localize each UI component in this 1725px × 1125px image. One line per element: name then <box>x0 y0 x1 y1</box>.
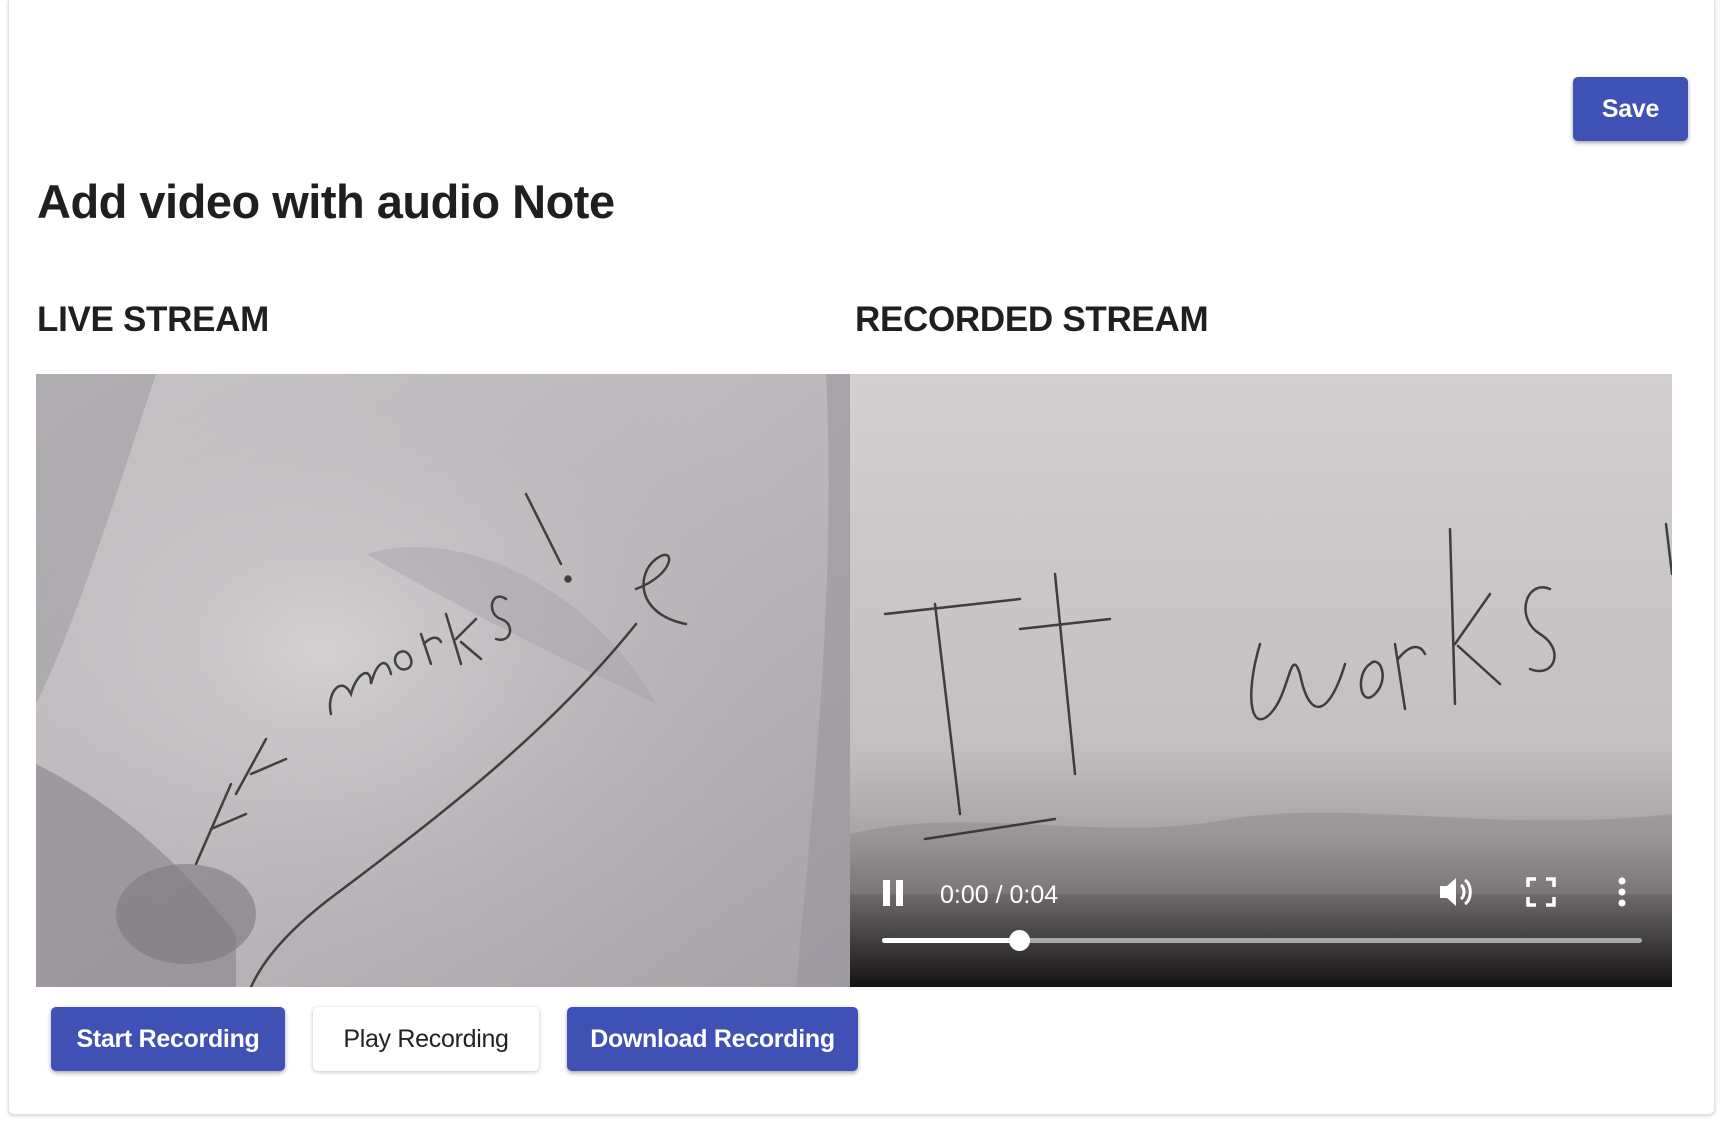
video-progress-fill <box>882 938 1019 943</box>
video-progress-thumb[interactable] <box>1008 930 1030 951</box>
video-controls: 0:00 / 0:04 <box>850 837 1672 987</box>
recorded-stream-video[interactable]: 0:00 / 0:04 <box>850 374 1672 987</box>
play-recording-button[interactable]: Play Recording <box>313 1007 539 1071</box>
live-stream-label: LIVE STREAM <box>37 300 269 339</box>
volume-icon[interactable] <box>1438 875 1474 909</box>
live-camera-frame <box>36 374 852 987</box>
start-recording-button[interactable]: Start Recording <box>51 1007 285 1071</box>
video-time-display: 0:00 / 0:04 <box>940 881 1059 909</box>
video-progress-bar[interactable] <box>882 930 1642 951</box>
more-vert-icon[interactable] <box>1617 877 1627 907</box>
recorded-stream-label: RECORDED STREAM <box>855 300 1209 339</box>
live-stream-video <box>36 374 852 987</box>
save-button[interactable]: Save <box>1573 77 1688 141</box>
page-title: Add video with audio Note <box>37 175 615 228</box>
pause-icon[interactable] <box>882 879 904 907</box>
download-recording-button[interactable]: Download Recording <box>567 1007 858 1071</box>
fullscreen-icon[interactable] <box>1526 877 1556 907</box>
